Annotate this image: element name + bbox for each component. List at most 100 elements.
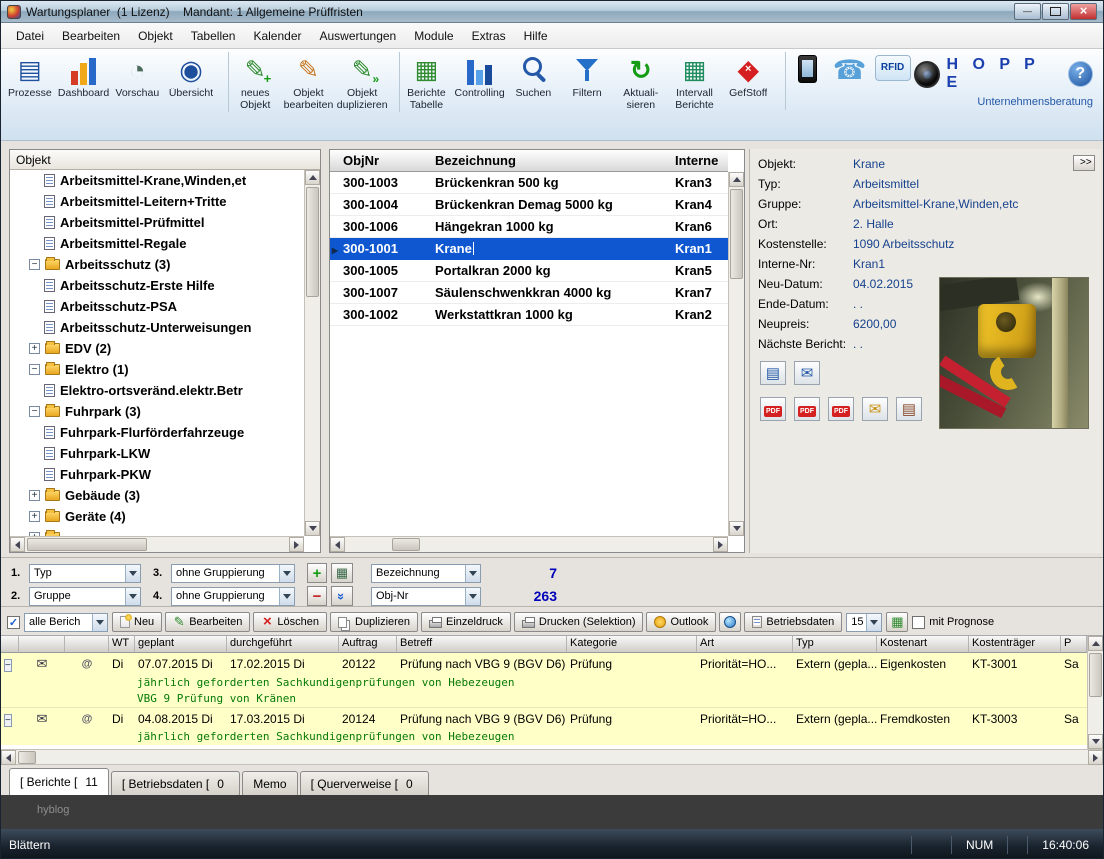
- scroll-left-icon[interactable]: [10, 537, 25, 552]
- tree-item[interactable]: Fuhrpark-PKW: [10, 464, 304, 485]
- scroll-up-icon[interactable]: [729, 172, 744, 187]
- pdf-button[interactable]: [760, 397, 786, 421]
- add-grouping-button[interactable]: [307, 563, 327, 583]
- tree-item[interactable]: Arbeitsmittel-Leitern+Tritte: [10, 191, 304, 212]
- bearbeiten-button[interactable]: Bearbeiten: [165, 612, 250, 632]
- tree-folder[interactable]: +Gebäude (3): [10, 485, 304, 506]
- mail-button[interactable]: [862, 397, 888, 421]
- report-column-durchgeführt[interactable]: durchgeführt: [227, 636, 339, 653]
- chevron-down-icon[interactable]: [125, 565, 140, 582]
- neu-button[interactable]: Neu: [112, 612, 162, 632]
- object-row[interactable]: 300-1003Brückenkran 500 kgKran3: [330, 172, 728, 194]
- scroll-down-icon[interactable]: [305, 521, 320, 536]
- toolbar-suchen[interactable]: Suchen: [507, 52, 561, 112]
- object-row[interactable]: 300-1005Portalkran 2000 kgKran5: [330, 260, 728, 282]
- grouping-combo-3[interactable]: ohne Gruppierung: [171, 564, 295, 583]
- scroll-thumb[interactable]: [730, 189, 743, 279]
- report-design-button[interactable]: [760, 361, 786, 385]
- collapse-icon[interactable]: −: [29, 364, 40, 375]
- menu-extras[interactable]: Extras: [463, 25, 515, 47]
- remove-grouping-button[interactable]: [307, 586, 327, 606]
- menu-hilfe[interactable]: Hilfe: [515, 25, 557, 47]
- report-vscrollbar[interactable]: [1087, 636, 1103, 749]
- menu-objekt[interactable]: Objekt: [129, 25, 182, 47]
- scroll-right-icon[interactable]: [713, 537, 728, 552]
- tree-item[interactable]: Arbeitsmittel-Krane,Winden,et: [10, 170, 304, 191]
- collapse-icon[interactable]: −: [4, 714, 12, 727]
- grid-hscrollbar[interactable]: [330, 536, 728, 552]
- chevron-down-icon[interactable]: [465, 588, 480, 605]
- help-icon[interactable]: [1068, 61, 1093, 87]
- scroll-thumb[interactable]: [1089, 653, 1102, 697]
- report-row[interactable]: −✉@Di04.08.2015 Di17.03.2015 Di20124Prüf…: [1, 707, 1087, 729]
- expand-icon[interactable]: +: [29, 490, 40, 501]
- menu-kalender[interactable]: Kalender: [244, 25, 310, 47]
- report-column-geplant[interactable]: geplant: [135, 636, 227, 653]
- scroll-thumb[interactable]: [392, 538, 420, 551]
- scroll-left-icon[interactable]: [330, 537, 345, 552]
- grouping-combo-4[interactable]: ohne Gruppierung: [171, 587, 295, 606]
- stamp-button[interactable]: [896, 397, 922, 421]
- tree-item[interactable]: Arbeitsschutz-PSA: [10, 296, 304, 317]
- outlook-button[interactable]: Outlook: [646, 612, 716, 632]
- pdf-button[interactable]: [828, 397, 854, 421]
- tab-querverweise[interactable]: [ Querverweise [0: [300, 771, 429, 795]
- toolbar-aktuali-sieren[interactable]: ↻Aktuali- sieren: [614, 52, 668, 112]
- toolbar-rfid[interactable]: RFID: [871, 52, 914, 108]
- toolbar-controlling[interactable]: Controlling: [453, 52, 507, 112]
- toolbar-tablet[interactable]: [785, 52, 828, 110]
- column-header-objnr[interactable]: ObjNr: [340, 153, 432, 168]
- chevron-down-icon[interactable]: [92, 614, 107, 631]
- report-row[interactable]: −✉@Di07.07.2015 Di17.02.2015 Di20122Prüf…: [1, 653, 1087, 675]
- scroll-down-icon[interactable]: [729, 521, 744, 536]
- report-column-betreff[interactable]: Betreff: [397, 636, 567, 653]
- group-count-button[interactable]: [331, 563, 353, 583]
- menu-bearbeiten[interactable]: Bearbeiten: [53, 25, 129, 47]
- report-column-art[interactable]: Art: [697, 636, 793, 653]
- scroll-right-icon[interactable]: [1088, 750, 1103, 765]
- toolbar-objekt-duplizieren[interactable]: ✎Objekt duplizieren: [335, 52, 389, 112]
- menu-datei[interactable]: Datei: [7, 25, 53, 47]
- tree-item[interactable]: Arbeitsschutz-Erste Hilfe: [10, 275, 304, 296]
- report-column-kostenträger[interactable]: Kostenträger: [969, 636, 1061, 653]
- object-row[interactable]: 300-1004Brückenkran Demag 5000 kgKran4: [330, 194, 728, 216]
- toolbar-intervall-berichte[interactable]: ▦Intervall Berichte: [668, 52, 722, 112]
- object-row[interactable]: 300-1001KraneKran1: [330, 238, 728, 260]
- report-hscrollbar[interactable]: [1, 749, 1103, 765]
- menu-module[interactable]: Module: [405, 25, 462, 47]
- minimize-button[interactable]: [1014, 3, 1041, 20]
- betriebsdaten-button[interactable]: Betriebsdaten: [744, 612, 842, 632]
- tree-vscrollbar[interactable]: [304, 170, 320, 536]
- prognose-checkbox[interactable]: [912, 616, 925, 629]
- toolbar-übersicht[interactable]: ◉Übersicht: [164, 52, 218, 112]
- report-column-p[interactable]: P: [1061, 636, 1087, 653]
- menu-tabellen[interactable]: Tabellen: [182, 25, 245, 47]
- maximize-button[interactable]: [1042, 3, 1069, 20]
- tree-folder[interactable]: −Arbeitsschutz (3): [10, 254, 304, 275]
- toolbar-gefstoff[interactable]: ◆GefStoff: [721, 52, 775, 112]
- tree-folder[interactable]: +EDV (2): [10, 338, 304, 359]
- expand-all-button[interactable]: [331, 586, 353, 606]
- expand-icon[interactable]: +: [29, 511, 40, 522]
- toolbar-prozesse[interactable]: ▤Prozesse: [3, 52, 57, 112]
- scroll-thumb[interactable]: [27, 538, 147, 551]
- scroll-left-icon[interactable]: [1, 750, 16, 765]
- toolbar-objekt-bearbeiten[interactable]: ✎Objekt bearbeiten: [282, 52, 336, 112]
- expand-icon[interactable]: +: [29, 343, 40, 354]
- tab-memo[interactable]: Memo: [242, 771, 297, 795]
- toolbar-neues-objekt[interactable]: ✎neues Objekt: [228, 52, 282, 112]
- tree-item[interactable]: Arbeitsmittel-Prüfmittel: [10, 212, 304, 233]
- tab-berichte[interactable]: [ Berichte [11: [9, 768, 109, 795]
- toolbar-dashboard[interactable]: Dashboard: [57, 52, 111, 112]
- löschen-button[interactable]: Löschen: [253, 612, 327, 632]
- object-row[interactable]: 300-1007Säulenschwenkkran 4000 kgKran7: [330, 282, 728, 304]
- tree-folder[interactable]: −Elektro (1): [10, 359, 304, 380]
- collapse-icon[interactable]: −: [29, 406, 40, 417]
- object-row[interactable]: 300-1006Hängekran 1000 kgKran6: [330, 216, 728, 238]
- report-filter-combo[interactable]: alle Berich: [24, 613, 108, 632]
- scroll-up-icon[interactable]: [305, 170, 320, 185]
- tree-folder[interactable]: +: [10, 527, 304, 536]
- scroll-up-icon[interactable]: [1088, 636, 1103, 651]
- menu-auswertungen[interactable]: Auswertungen: [311, 25, 406, 47]
- einzeldruck-button[interactable]: Einzeldruck: [421, 612, 511, 632]
